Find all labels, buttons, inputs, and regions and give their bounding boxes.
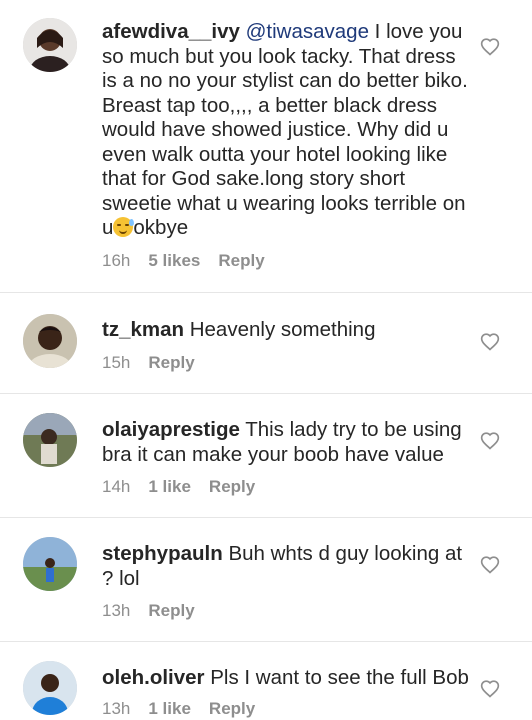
comment-text: tz_kman Heavenly something [102, 318, 472, 343]
comment-body-end: okbye [133, 216, 189, 239]
comment-meta: 15h Reply [102, 353, 472, 373]
comment-text: stephypauln Buh whts d guy looking at ? … [102, 542, 472, 591]
heart-outline-icon[interactable] [480, 37, 500, 57]
comment-meta: 16h 5 likes Reply [102, 251, 472, 271]
divider [0, 393, 532, 394]
comment-username[interactable]: olaiyaprestige [102, 418, 240, 441]
comment-meta: 14h 1 like Reply [102, 477, 472, 497]
comment-body: Heavenly something [184, 318, 376, 341]
mention-link[interactable]: @tiwasavage [246, 20, 369, 43]
reply-button[interactable]: Reply [148, 353, 194, 373]
comment-text: afewdiva__ivy @tiwasavage I love you so … [102, 20, 472, 241]
sweat-smile-emoji-icon [113, 217, 135, 237]
divider [0, 641, 532, 642]
comment-body: I love you so much but you look tacky. T… [102, 20, 468, 239]
avatar[interactable] [23, 413, 77, 467]
avatar[interactable] [23, 661, 77, 715]
heart-outline-icon[interactable] [480, 332, 500, 352]
comment-username[interactable]: stephypauln [102, 542, 223, 565]
divider [0, 292, 532, 293]
comment-meta: 13h 1 like Reply [102, 699, 472, 719]
likes-count[interactable]: 1 like [148, 477, 191, 497]
comment-username[interactable]: oleh.oliver [102, 666, 205, 689]
heart-outline-icon[interactable] [480, 555, 500, 575]
comment-username[interactable]: tz_kman [102, 318, 184, 341]
avatar[interactable] [23, 314, 77, 368]
comment-body: Pls I want to see the full Bob [204, 666, 469, 689]
reply-button[interactable]: Reply [218, 251, 264, 271]
comment-time: 16h [102, 250, 131, 270]
comment-time: 14h [102, 477, 131, 496]
divider [0, 517, 532, 518]
comment-text: oleh.oliver Pls I want to see the full B… [102, 666, 472, 691]
comment-time: 13h [102, 601, 131, 620]
comment-username[interactable]: afewdiva__ivy [102, 20, 240, 43]
reply-button[interactable]: Reply [209, 699, 255, 719]
comment-text: olaiyaprestige This lady try to be using… [102, 418, 472, 467]
heart-outline-icon[interactable] [480, 679, 500, 699]
comment-meta: 13h Reply [102, 601, 472, 621]
avatar[interactable] [23, 18, 77, 72]
comment-time: 13h [102, 698, 131, 718]
likes-count[interactable]: 1 like [148, 699, 191, 719]
likes-count[interactable]: 5 likes [148, 251, 200, 271]
heart-outline-icon[interactable] [480, 431, 500, 451]
avatar[interactable] [23, 537, 77, 591]
comment-time: 15h [102, 352, 131, 372]
reply-button[interactable]: Reply [148, 601, 194, 621]
reply-button[interactable]: Reply [209, 477, 255, 497]
